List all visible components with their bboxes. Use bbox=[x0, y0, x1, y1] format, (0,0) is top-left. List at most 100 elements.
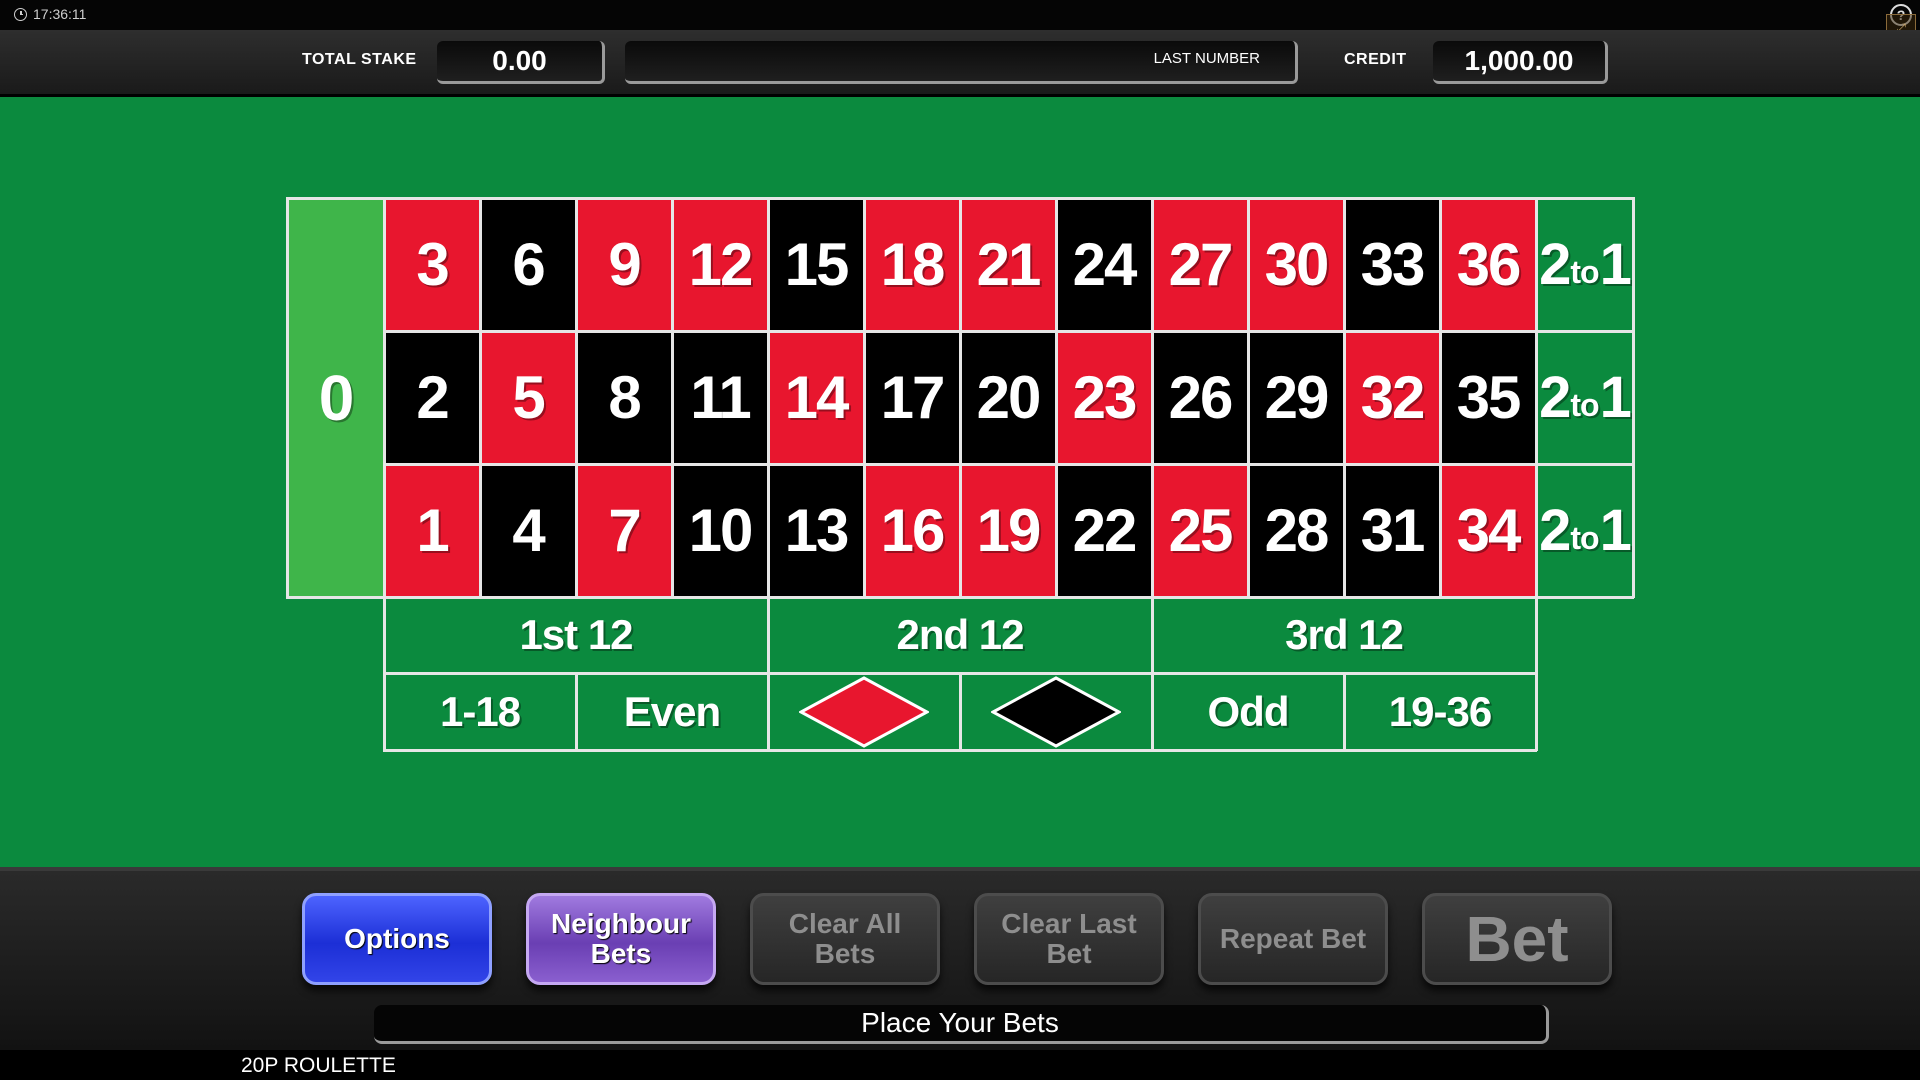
column-bet-2[interactable]: 2 to 1 bbox=[1536, 331, 1633, 464]
dozen-bet-2[interactable]: 2nd 12 bbox=[768, 597, 1152, 673]
grid-line bbox=[959, 672, 962, 751]
number-cell-13[interactable]: 13 bbox=[768, 464, 864, 597]
clear-last-line1: Clear Last bbox=[1001, 908, 1137, 939]
clock: 17:36:11 bbox=[14, 6, 86, 22]
dozen-bet-2-label: 2nd 12 bbox=[896, 611, 1024, 658]
high-bet-label: 19-36 bbox=[1388, 687, 1492, 735]
repeat-bet-button[interactable]: Repeat Bet bbox=[1198, 893, 1388, 985]
number-cell-32[interactable]: 32 bbox=[1344, 331, 1440, 464]
number-cell-25-label: 25 bbox=[1168, 497, 1234, 564]
neighbour-bets-label: Neighbour Bets bbox=[551, 909, 691, 969]
neighbour-bets-line2: Bets bbox=[590, 938, 652, 969]
grid-line bbox=[1535, 197, 1538, 598]
number-cell-35[interactable]: 35 bbox=[1440, 331, 1536, 464]
number-cell-26-label: 26 bbox=[1168, 364, 1234, 431]
number-cell-9-label: 9 bbox=[608, 231, 641, 298]
number-cell-8[interactable]: 8 bbox=[576, 331, 672, 464]
dozen-bet-3[interactable]: 3rd 12 bbox=[1152, 597, 1536, 673]
number-cell-16[interactable]: 16 bbox=[864, 464, 960, 597]
red-bet[interactable] bbox=[768, 673, 960, 750]
number-cell-33[interactable]: 33 bbox=[1344, 198, 1440, 331]
options-button[interactable]: Options bbox=[302, 893, 492, 985]
top-info-bar: TOTAL STAKE 0.00 LAST NUMBER CREDIT 1,00… bbox=[0, 30, 1920, 97]
number-cell-12[interactable]: 12 bbox=[672, 198, 768, 331]
number-cell-30[interactable]: 30 bbox=[1248, 198, 1344, 331]
number-cell-4[interactable]: 4 bbox=[480, 464, 576, 597]
number-cell-5[interactable]: 5 bbox=[480, 331, 576, 464]
number-cell-34[interactable]: 34 bbox=[1440, 464, 1536, 597]
number-cell-15[interactable]: 15 bbox=[768, 198, 864, 331]
number-cell-24[interactable]: 24 bbox=[1056, 198, 1152, 331]
even-bet[interactable]: Even bbox=[576, 673, 768, 750]
number-cell-7-label: 7 bbox=[608, 497, 641, 564]
number-cell-2[interactable]: 2 bbox=[384, 331, 480, 464]
number-cell-30-label: 30 bbox=[1264, 231, 1330, 298]
number-cell-0[interactable]: 0 bbox=[287, 198, 384, 597]
number-cell-29-label: 29 bbox=[1264, 364, 1330, 431]
number-cell-27-label: 27 bbox=[1168, 231, 1234, 298]
dozen-bet-1[interactable]: 1st 12 bbox=[384, 597, 768, 673]
column-bet-to: to bbox=[1570, 520, 1599, 556]
number-cell-23-label: 23 bbox=[1072, 364, 1138, 431]
grid-line bbox=[671, 197, 674, 598]
column-bet-to: to bbox=[1570, 254, 1599, 290]
dozen-bet-3-label: 3rd 12 bbox=[1285, 611, 1404, 658]
high-bet[interactable]: 19-36 bbox=[1344, 673, 1536, 750]
clock-time: 17:36:11 bbox=[33, 6, 87, 22]
number-cell-11[interactable]: 11 bbox=[672, 331, 768, 464]
column-bet-digit: 2 bbox=[1539, 232, 1571, 297]
number-cell-3[interactable]: 3 bbox=[384, 198, 480, 331]
total-stake-display: 0.00 bbox=[437, 41, 605, 84]
number-cell-18[interactable]: 18 bbox=[864, 198, 960, 331]
number-cell-14[interactable]: 14 bbox=[768, 331, 864, 464]
grid-line bbox=[575, 197, 578, 598]
number-cell-10[interactable]: 10 bbox=[672, 464, 768, 597]
number-cell-27[interactable]: 27 bbox=[1152, 198, 1248, 331]
number-cell-1[interactable]: 1 bbox=[384, 464, 480, 597]
game-title: 20P ROULETTE bbox=[241, 1054, 396, 1077]
black-diamond-icon bbox=[991, 675, 1121, 748]
grid-line bbox=[383, 197, 386, 598]
number-cell-23[interactable]: 23 bbox=[1056, 331, 1152, 464]
column-bet-digit: 2 bbox=[1539, 365, 1571, 430]
column-bet-1[interactable]: 2 to 1 bbox=[1536, 198, 1633, 331]
low-bet-label: 1-18 bbox=[439, 687, 521, 735]
black-bet[interactable] bbox=[960, 673, 1152, 750]
number-cell-7[interactable]: 7 bbox=[576, 464, 672, 597]
clear-last-bet-button[interactable]: Clear Last Bet bbox=[974, 893, 1164, 985]
number-cell-26[interactable]: 26 bbox=[1152, 331, 1248, 464]
neighbour-bets-line1: Neighbour bbox=[551, 908, 691, 939]
control-panel: Options Neighbour Bets Clear All Bets Clea… bbox=[0, 867, 1920, 1050]
low-bet[interactable]: 1-18 bbox=[384, 673, 576, 750]
number-cell-25[interactable]: 25 bbox=[1152, 464, 1248, 597]
number-cell-6[interactable]: 6 bbox=[480, 198, 576, 331]
number-cell-28[interactable]: 28 bbox=[1248, 464, 1344, 597]
number-cell-29[interactable]: 29 bbox=[1248, 331, 1344, 464]
credit-display: 1,000.00 bbox=[1433, 41, 1608, 84]
even-bet-label: Even bbox=[623, 687, 721, 735]
column-bet-3[interactable]: 2 to 1 bbox=[1536, 464, 1633, 597]
number-cell-9[interactable]: 9 bbox=[576, 198, 672, 331]
number-cell-31[interactable]: 31 bbox=[1344, 464, 1440, 597]
clear-all-bets-button[interactable]: Clear All Bets bbox=[750, 893, 940, 985]
odd-bet[interactable]: Odd bbox=[1152, 673, 1344, 750]
neighbour-bets-button[interactable]: Neighbour Bets bbox=[526, 893, 716, 985]
number-cell-17[interactable]: 17 bbox=[864, 331, 960, 464]
number-cell-1-label: 1 bbox=[416, 497, 449, 564]
number-cell-21[interactable]: 21 bbox=[960, 198, 1056, 331]
number-cell-36[interactable]: 36 bbox=[1440, 198, 1536, 331]
number-cell-8-label: 8 bbox=[608, 364, 641, 431]
number-cell-22[interactable]: 22 bbox=[1056, 464, 1152, 597]
grid-line bbox=[1151, 197, 1154, 598]
number-cell-17-label: 17 bbox=[880, 364, 946, 431]
bet-button[interactable]: Bet bbox=[1422, 893, 1612, 985]
grid-line bbox=[286, 197, 289, 598]
number-cell-34-label: 34 bbox=[1456, 497, 1522, 564]
number-cell-19[interactable]: 19 bbox=[960, 464, 1056, 597]
grid-line bbox=[1343, 197, 1346, 598]
number-cell-20[interactable]: 20 bbox=[960, 331, 1056, 464]
number-cell-4-label: 4 bbox=[512, 497, 545, 564]
last-number-label: LAST NUMBER bbox=[1153, 50, 1260, 67]
number-cell-31-label: 31 bbox=[1360, 497, 1426, 564]
number-cell-33-label: 33 bbox=[1360, 231, 1426, 298]
